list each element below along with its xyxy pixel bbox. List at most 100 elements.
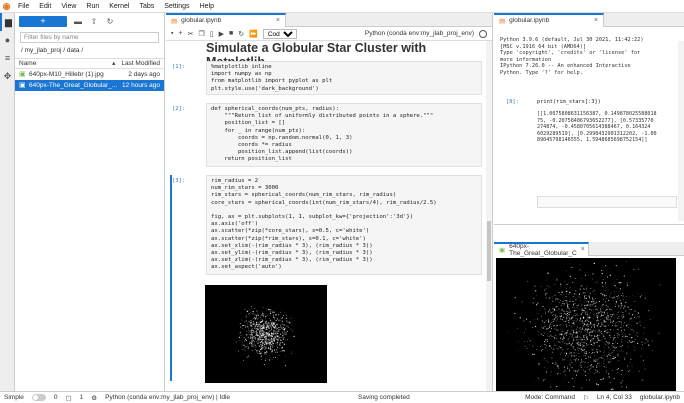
- code-cell-1[interactable]: [1]: %matplotlib inline import numpy as …: [170, 61, 486, 97]
- bell-icon[interactable]: ⚐: [583, 394, 589, 402]
- column-name[interactable]: Name: [19, 59, 112, 68]
- star-dot: [631, 329, 633, 331]
- save-icon[interactable]: ▪: [171, 30, 173, 37]
- star-dot: [601, 315, 603, 317]
- star-dot: [269, 322, 271, 323]
- star-dot: [537, 312, 539, 314]
- star-dot: [580, 339, 582, 341]
- menu-kernel[interactable]: Kernel: [104, 0, 134, 13]
- star-dot: [259, 329, 261, 331]
- menu-help[interactable]: Help: [195, 0, 219, 13]
- terminal-count[interactable]: 0: [54, 394, 58, 401]
- star-dot: [579, 342, 581, 343]
- star-dot: [292, 321, 293, 322]
- image-tabbar: ▣ 640px-The_Great_Globular_C ×: [494, 241, 684, 257]
- scrollbar-thumb[interactable]: [487, 221, 491, 281]
- menu-file[interactable]: File: [13, 0, 34, 13]
- file-row-selected[interactable]: ▣ 640px-The_Great_Globular_... 12 hours …: [15, 80, 164, 91]
- star-dot: [638, 268, 640, 270]
- star-dot: [250, 332, 251, 333]
- new-launcher-button[interactable]: +: [19, 15, 67, 27]
- star-dot: [263, 313, 264, 314]
- star-dot: [613, 334, 615, 336]
- star-dot: [607, 300, 609, 302]
- star-dot: [248, 331, 249, 333]
- star-dot: [249, 325, 251, 327]
- menu-settings[interactable]: Settings: [159, 0, 194, 13]
- star-dot: [572, 303, 575, 305]
- close-tab-icon[interactable]: ×: [594, 17, 598, 24]
- copy-icon[interactable]: ❐: [198, 30, 204, 38]
- simple-mode-toggle[interactable]: [31, 394, 46, 401]
- star-dot: [575, 374, 578, 376]
- star-dot: [279, 338, 281, 340]
- star-dot: [599, 350, 601, 351]
- new-folder-icon[interactable]: ▬: [73, 17, 83, 26]
- star-dot: [545, 279, 547, 281]
- code-cell-2[interactable]: [2]: def spherical_coords(num_pts, radiu…: [170, 103, 486, 169]
- star-dot: [577, 341, 580, 344]
- run-icon[interactable]: ▶: [219, 30, 224, 38]
- column-last-modified[interactable]: Last Modified: [121, 59, 160, 68]
- console-tab[interactable]: ▤ globular.ipynb ×: [494, 12, 604, 27]
- menu-tabs[interactable]: Tabs: [134, 0, 159, 13]
- star-dot: [286, 314, 287, 316]
- add-cell-icon[interactable]: +: [178, 30, 182, 37]
- filter-files-input[interactable]: Filter files by name: [20, 32, 159, 43]
- menu-run[interactable]: Run: [81, 0, 104, 13]
- console-scrollbar[interactable]: [678, 41, 684, 221]
- star-dot: [612, 346, 614, 348]
- upload-icon[interactable]: ⇧: [89, 17, 99, 26]
- cell-source[interactable]: %matplotlib inline import numpy as np fr…: [206, 61, 482, 95]
- star-dot: [255, 316, 257, 318]
- cut-icon[interactable]: ✂: [188, 30, 194, 38]
- stop-icon[interactable]: ■: [229, 30, 233, 37]
- star-dot: [628, 340, 630, 342]
- file-modified: 12 hours ago: [122, 82, 160, 89]
- star-dot: [659, 284, 661, 286]
- star-dot: [575, 335, 577, 337]
- star-dot: [609, 274, 611, 276]
- star-dot: [604, 347, 605, 349]
- kernel-count[interactable]: 1: [80, 394, 84, 401]
- file-row[interactable]: ▣ 640px-M10_Hillebr (1).jpg 2 days ago: [15, 69, 164, 80]
- star-dot: [622, 316, 625, 318]
- console-input[interactable]: [537, 196, 677, 208]
- close-tab-icon[interactable]: ×: [276, 17, 280, 24]
- menu-edit[interactable]: Edit: [34, 0, 56, 13]
- notebook-content[interactable]: Simulate a Globular Star Cluster with Ma…: [166, 41, 487, 391]
- star-dot: [551, 315, 553, 316]
- star-dot: [252, 338, 254, 340]
- kernel-name[interactable]: Python (conda env:my_jlab_proj_env): [365, 30, 474, 37]
- star-dot: [625, 301, 627, 304]
- star-dot: [588, 328, 590, 330]
- fast-forward-icon[interactable]: ⏩: [249, 30, 258, 38]
- cell-source[interactable]: def spherical_coords(num_pts, radius): "…: [206, 103, 482, 167]
- star-dot: [555, 320, 557, 321]
- commands-icon[interactable]: ≡: [0, 49, 15, 67]
- notebook-tab[interactable]: ▤ globular.ipynb ×: [166, 12, 286, 27]
- folder-icon[interactable]: ▆: [0, 13, 15, 31]
- close-tab-icon[interactable]: ×: [581, 246, 585, 253]
- cursor-position[interactable]: Ln 4, Col 33: [597, 394, 632, 401]
- mode-indicator[interactable]: Mode: Command: [525, 394, 575, 401]
- extension-icon[interactable]: ✥: [0, 67, 15, 85]
- refresh-icon[interactable]: ↻: [105, 17, 115, 26]
- notebook-scrollbar[interactable]: [486, 41, 492, 391]
- restart-icon[interactable]: ↻: [238, 30, 244, 38]
- star-dot: [251, 345, 252, 347]
- image-tab[interactable]: ▣ 640px-The_Great_Globular_C ×: [494, 241, 589, 257]
- kernel-status[interactable]: Python (conda env:my_jlab_proj_env) | Id…: [105, 394, 230, 401]
- star-dot: [273, 323, 275, 325]
- star-dot: [631, 365, 633, 367]
- cell-type-select[interactable]: Code: [262, 28, 297, 39]
- star-dot: [597, 337, 599, 339]
- paste-icon[interactable]: ▯: [210, 30, 214, 38]
- breadcrumb[interactable]: / my_jlab_proj / data /: [21, 46, 158, 56]
- running-icon[interactable]: ●: [0, 31, 15, 49]
- menu-view[interactable]: View: [56, 0, 81, 13]
- star-dot: [589, 365, 591, 367]
- star-dot: [595, 343, 597, 345]
- cell-source[interactable]: rim_radius = 2 num_rim_stars = 3000 rim_…: [206, 175, 482, 275]
- star-dot: [239, 331, 241, 333]
